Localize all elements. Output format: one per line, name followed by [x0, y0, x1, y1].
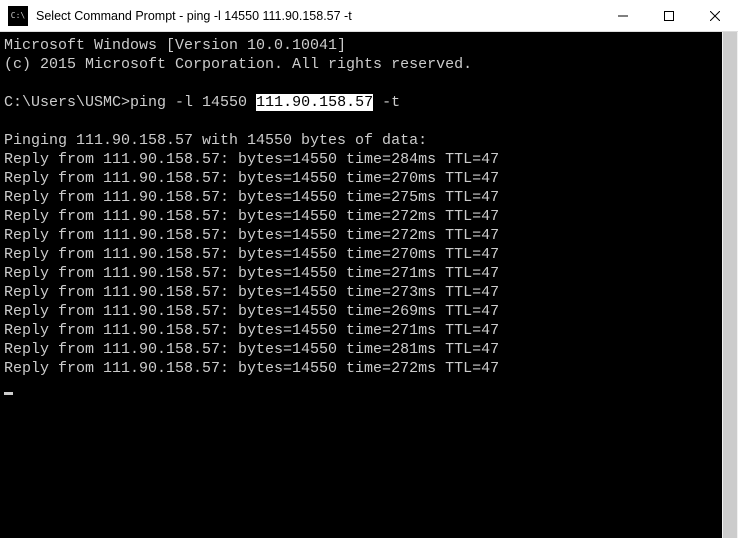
reply-line: Reply from 111.90.158.57: bytes=14550 ti… [4, 264, 738, 283]
reply-line: Reply from 111.90.158.57: bytes=14550 ti… [4, 188, 738, 207]
reply-line: Reply from 111.90.158.57: bytes=14550 ti… [4, 340, 738, 359]
titlebar: C:\ Select Command Prompt - ping -l 1455… [0, 0, 738, 32]
terminal[interactable]: Microsoft Windows [Version 10.0.10041] (… [0, 32, 738, 538]
close-button[interactable] [692, 0, 738, 31]
cmd-text: ping -l 14550 [130, 94, 256, 111]
reply-line: Reply from 111.90.158.57: bytes=14550 ti… [4, 321, 738, 340]
reply-line: Reply from 111.90.158.57: bytes=14550 ti… [4, 169, 738, 188]
reply-line: Reply from 111.90.158.57: bytes=14550 ti… [4, 226, 738, 245]
reply-line: Reply from 111.90.158.57: bytes=14550 ti… [4, 207, 738, 226]
scrollbar[interactable] [722, 32, 738, 538]
prompt-line: C:\Users\USMC>ping -l 14550 111.90.158.5… [4, 93, 738, 112]
cmd-icon-glyph: C:\ [11, 12, 25, 20]
window-title: Select Command Prompt - ping -l 14550 11… [34, 9, 600, 23]
banner-line: (c) 2015 Microsoft Corporation. All righ… [4, 55, 738, 74]
scrollbar-thumb[interactable] [723, 32, 737, 538]
ping-header: Pinging 111.90.158.57 with 14550 bytes o… [4, 131, 738, 150]
blank-line [4, 112, 738, 131]
blank-line [4, 74, 738, 93]
reply-line: Reply from 111.90.158.57: bytes=14550 ti… [4, 283, 738, 302]
selected-text: 111.90.158.57 [256, 94, 373, 111]
reply-line: Reply from 111.90.158.57: bytes=14550 ti… [4, 359, 738, 378]
maximize-button[interactable] [646, 0, 692, 31]
cursor-line [4, 378, 738, 397]
window-controls [600, 0, 738, 31]
reply-line: Reply from 111.90.158.57: bytes=14550 ti… [4, 245, 738, 264]
banner-line: Microsoft Windows [Version 10.0.10041] [4, 36, 738, 55]
reply-line: Reply from 111.90.158.57: bytes=14550 ti… [4, 150, 738, 169]
prompt-prefix: C:\Users\USMC> [4, 94, 130, 111]
cmd-icon: C:\ [8, 6, 28, 26]
minimize-button[interactable] [600, 0, 646, 31]
reply-lines: Reply from 111.90.158.57: bytes=14550 ti… [4, 150, 738, 378]
cmd-text: -t [373, 94, 400, 111]
reply-line: Reply from 111.90.158.57: bytes=14550 ti… [4, 302, 738, 321]
cursor [4, 392, 13, 395]
